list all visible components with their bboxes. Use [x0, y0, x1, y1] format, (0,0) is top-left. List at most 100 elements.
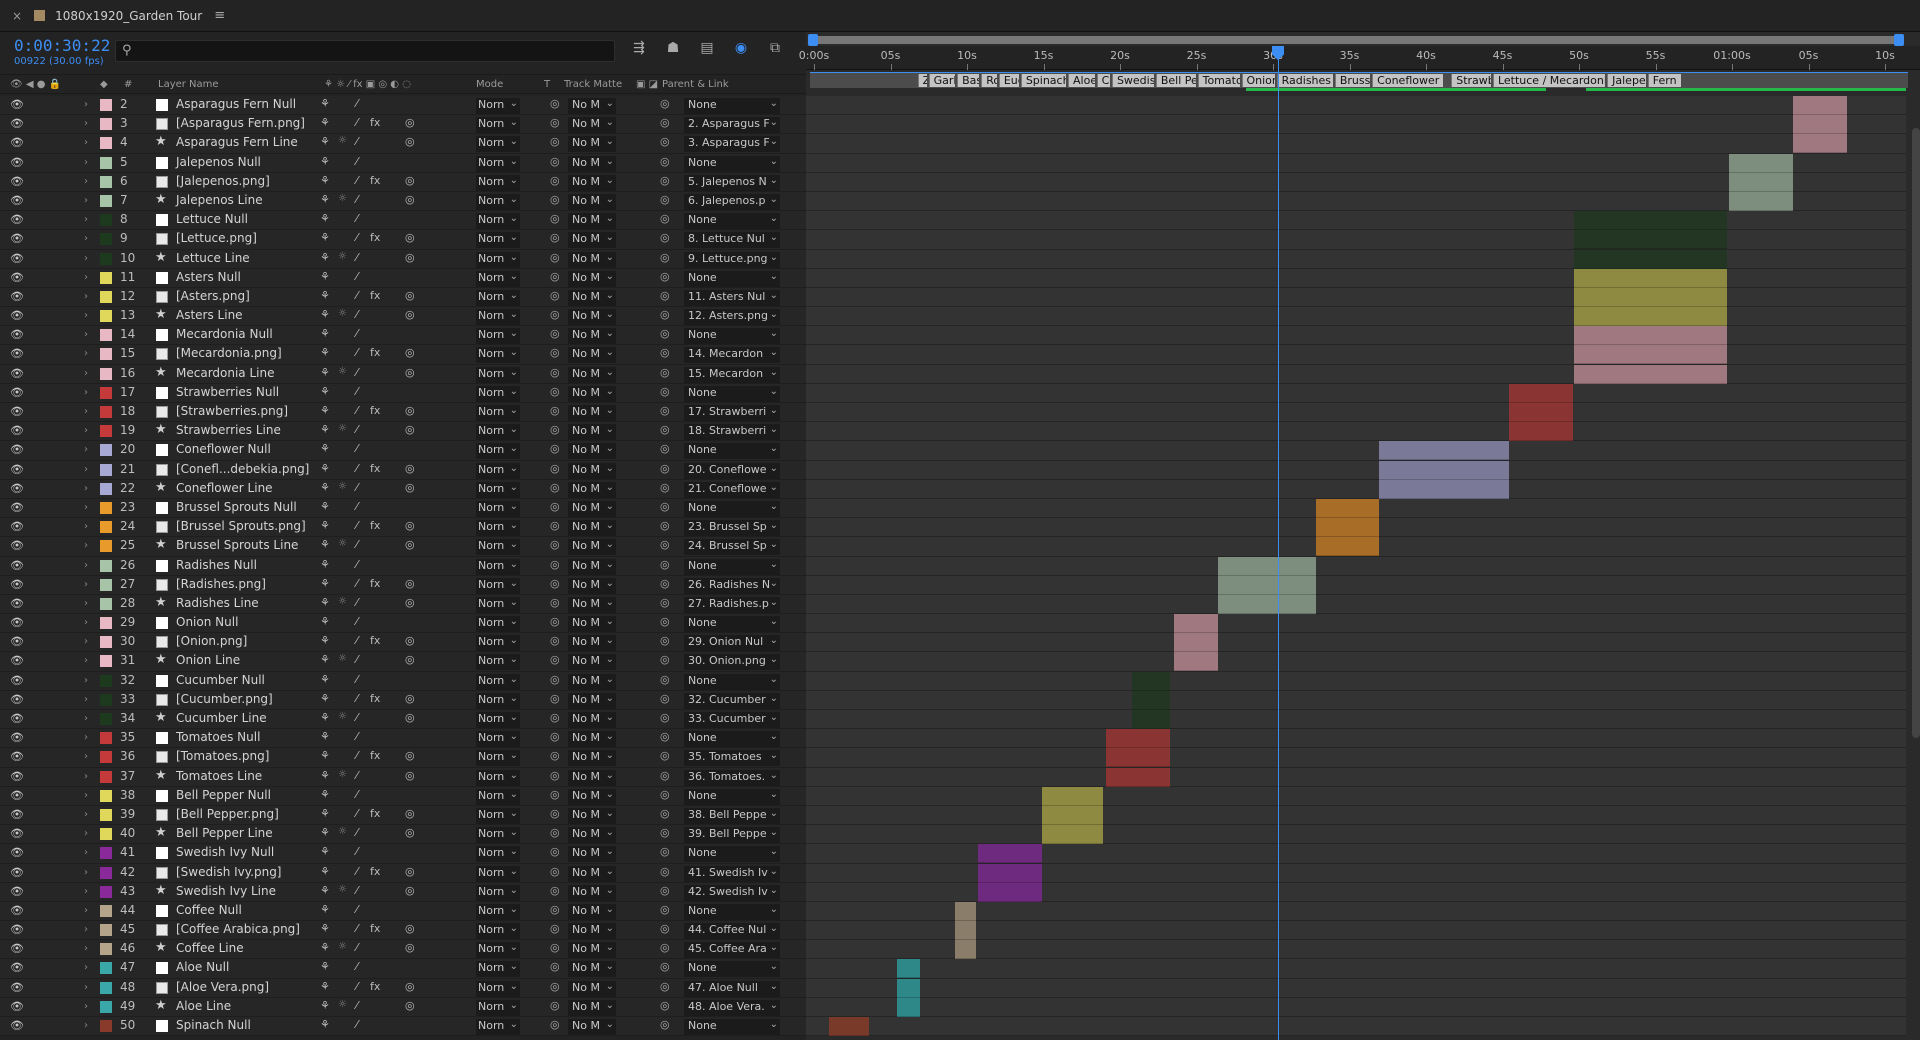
shy-switch-icon[interactable]: ⚘	[320, 327, 330, 340]
shy-switch-icon[interactable]: ⚘	[320, 251, 330, 264]
parent-pickwhip-icon[interactable]: ◎	[660, 653, 670, 666]
layer-duration-bar[interactable]	[1315, 537, 1379, 557]
label-color-swatch[interactable]	[100, 233, 112, 246]
layer-duration-bar[interactable]	[829, 1017, 870, 1036]
parent-pickwhip-icon[interactable]: ◎	[660, 999, 670, 1012]
motion-blur-switch-icon[interactable]: ◎	[405, 769, 415, 782]
visibility-eye-icon[interactable]: 👁	[10, 635, 24, 648]
label-color-swatch[interactable]	[100, 501, 112, 514]
label-color-swatch[interactable]	[100, 194, 112, 207]
visibility-eye-icon[interactable]: 👁	[10, 328, 24, 341]
comp-marker[interactable]: Garl	[928, 74, 956, 87]
twirl-down-icon[interactable]: ›	[84, 982, 88, 993]
preserve-transparency-icon[interactable]: ◎	[550, 97, 560, 110]
blend-mode-select[interactable]: Norn ⌄	[476, 999, 520, 1016]
preserve-transparency-icon[interactable]: ◎	[550, 749, 560, 762]
layer-row[interactable]: 👁 › 50 Spinach Null ⚘ ⁄ Norn ⌄ ◎ No M ⌄ ◎ …	[0, 1017, 806, 1037]
preserve-transparency-icon[interactable]: ◎	[550, 519, 560, 532]
blend-mode-select[interactable]: Norn ⌄	[476, 270, 520, 287]
comp-marker[interactable]: Aloe	[1068, 74, 1095, 87]
parent-select[interactable]: 17. Strawberri ⌄	[684, 405, 780, 421]
layer-duration-bar[interactable]	[977, 882, 1042, 902]
collapse-switch-icon[interactable]: ☼	[338, 308, 347, 319]
label-header-icon[interactable]: ◆	[100, 79, 108, 90]
shy-switch-icon[interactable]: ⚘	[320, 538, 330, 551]
marker-bar[interactable]: ZGarlBasRoEucSpinachAloeCoSwedishBell Pe…	[810, 72, 1908, 88]
twirl-down-icon[interactable]: ›	[84, 1020, 88, 1031]
parent-select[interactable]: None ⌄	[684, 98, 780, 114]
motion-blur-switch-icon[interactable]: ◎	[405, 692, 415, 705]
label-color-swatch[interactable]	[100, 271, 112, 284]
label-color-swatch[interactable]	[100, 310, 112, 323]
parent-pickwhip-icon[interactable]: ◎	[660, 577, 670, 590]
layer-row[interactable]: 👁 › 27 [Radishes.png] ⚘ ⁄ fx ◎ Norn ⌄ ◎ N…	[0, 575, 806, 595]
parent-pickwhip-icon[interactable]: ◎	[660, 1018, 670, 1031]
layer-row[interactable]: 👁 › 3 [Asparagus Fern.png] ⚘ ⁄ fx ◎ Norn…	[0, 115, 806, 135]
quality-switch-icon[interactable]: ⁄	[356, 826, 358, 839]
label-color-swatch[interactable]	[100, 482, 112, 495]
label-color-swatch[interactable]	[100, 521, 112, 534]
layer-name[interactable]: Aloe Null	[176, 960, 229, 974]
layer-name-header[interactable]: Layer Name	[158, 79, 219, 90]
track-matte-select[interactable]: No M ⌄	[568, 1019, 616, 1035]
motion-blur-switch-icon[interactable]: ◎	[405, 807, 415, 820]
track-matte-select[interactable]: No M ⌄	[568, 577, 616, 594]
label-color-swatch[interactable]	[100, 540, 112, 553]
shy-switch-icon[interactable]: ⚘	[320, 634, 330, 647]
visibility-eye-icon[interactable]: 👁	[10, 347, 24, 360]
track-matte-select[interactable]: No M ⌄	[568, 500, 616, 517]
motion-blur-switch-icon[interactable]: ◎	[405, 404, 415, 417]
visibility-eye-icon[interactable]: 👁	[10, 194, 24, 207]
parent-select[interactable]: None ⌄	[684, 155, 780, 172]
fx-switch-icon[interactable]: fx	[370, 865, 380, 878]
motion-blur-switch-icon[interactable]: ◎	[405, 884, 415, 897]
preserve-transparency-icon[interactable]: ◎	[550, 116, 560, 129]
parent-pickwhip-icon[interactable]: ◎	[660, 289, 670, 302]
visibility-eye-icon[interactable]: 👁	[10, 98, 24, 111]
comp-marker[interactable]: Bas	[957, 74, 980, 87]
quality-switch-icon[interactable]: ⁄	[356, 251, 358, 264]
layer-row[interactable]: 👁 › 29 Onion Null ⚘ ⁄ Norn ⌄ ◎ No M ⌄ ◎ No…	[0, 614, 806, 634]
comp-marker[interactable]: Radishes	[1276, 74, 1333, 87]
fx-switch-icon[interactable]: fx	[370, 519, 380, 532]
parent-select[interactable]: 33. Cucumber ⌄	[684, 712, 780, 728]
parent-select[interactable]: 26. Radishes N ⌄	[684, 577, 780, 594]
label-color-swatch[interactable]	[100, 329, 112, 342]
twirl-down-icon[interactable]: ›	[84, 233, 88, 244]
layer-name[interactable]: Radishes Line	[176, 596, 259, 610]
preserve-transparency-icon[interactable]: ◎	[550, 327, 560, 340]
parent-pickwhip-icon[interactable]: ◎	[660, 366, 670, 379]
preserve-transparency-icon[interactable]: ◎	[550, 251, 560, 264]
label-color-swatch[interactable]	[100, 118, 112, 131]
label-color-swatch[interactable]	[100, 597, 112, 610]
parent-select[interactable]: 9. Lettuce.png ⌄	[684, 251, 780, 268]
track-matte-select[interactable]: No M ⌄	[568, 999, 616, 1016]
blend-mode-select[interactable]: Norn ⌄	[476, 193, 520, 210]
blend-mode-select[interactable]: Norn ⌄	[476, 577, 520, 594]
twirl-down-icon[interactable]: ›	[84, 406, 88, 417]
track-matte-select[interactable]: No M ⌄	[568, 865, 616, 882]
twirl-down-icon[interactable]: ›	[84, 694, 88, 705]
layer-name[interactable]: Swedish Ivy Null	[176, 845, 274, 859]
shy-switch-icon[interactable]: ⚘	[320, 212, 330, 225]
layer-duration-bar[interactable]	[1173, 614, 1218, 634]
comp-flowchart-icon[interactable]: ⇶	[630, 40, 648, 58]
parent-pickwhip-icon[interactable]: ◎	[660, 270, 670, 283]
visibility-eye-icon[interactable]: 👁	[10, 827, 24, 840]
fx-switch-icon[interactable]: fx	[370, 749, 380, 762]
twirl-down-icon[interactable]: ›	[84, 771, 88, 782]
close-icon[interactable]: ×	[12, 9, 22, 23]
comp-marker[interactable]: Co	[1096, 74, 1110, 87]
label-color-swatch[interactable]	[100, 559, 112, 572]
parent-pickwhip-icon[interactable]: ◎	[660, 231, 670, 244]
fx-switch-icon[interactable]: fx	[370, 174, 380, 187]
layer-name[interactable]: Tomatoes Line	[176, 769, 262, 783]
twirl-down-icon[interactable]: ›	[84, 943, 88, 954]
layer-row[interactable]: 👁 › 32 Cucumber Null ⚘ ⁄ Norn ⌄ ◎ No M ⌄ ◎…	[0, 671, 806, 691]
twirl-down-icon[interactable]: ›	[84, 483, 88, 494]
label-color-swatch[interactable]	[100, 751, 112, 764]
blend-mode-select[interactable]: Norn ⌄	[476, 827, 520, 844]
twirl-down-icon[interactable]: ›	[84, 579, 88, 590]
shy-switch-icon[interactable]: ⚘	[320, 174, 330, 187]
blend-mode-select[interactable]: Norn ⌄	[476, 980, 520, 997]
